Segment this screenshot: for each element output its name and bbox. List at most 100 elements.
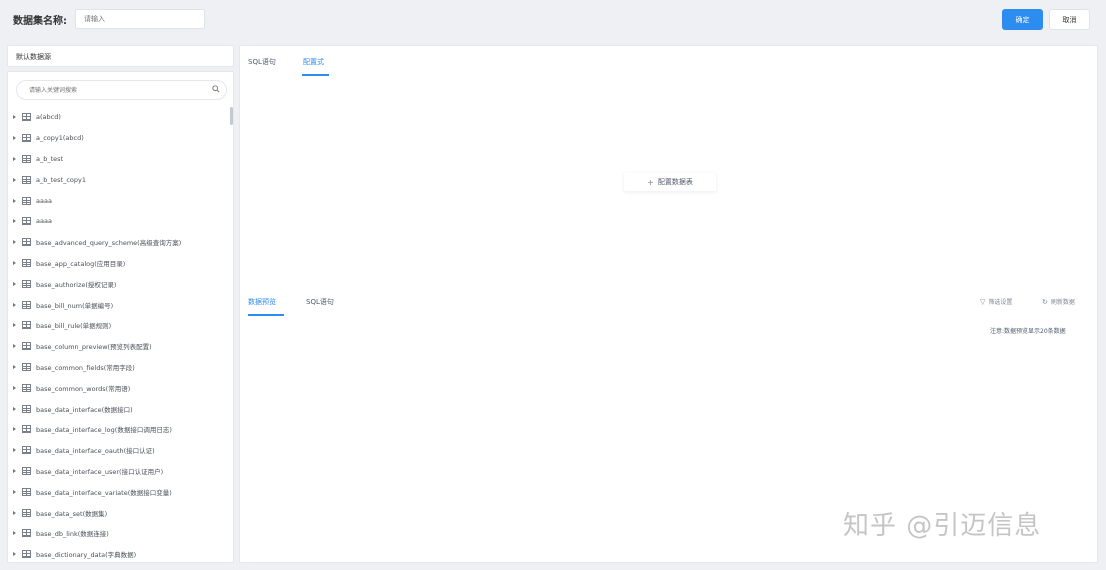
tree-scrollbar[interactable]: [230, 107, 233, 125]
table-icon: [22, 508, 31, 517]
tree-item[interactable]: a_copy1(abcd): [8, 128, 228, 149]
tree-item[interactable]: base_data_set(数据集): [8, 502, 228, 523]
table-icon: [22, 300, 31, 309]
confirm-button[interactable]: 确定: [1002, 9, 1043, 30]
caret-right-icon[interactable]: [13, 302, 16, 307]
tree-item[interactable]: base_bill_num(单据编号): [8, 294, 228, 315]
tree-item[interactable]: base_column_preview(预览列表配置): [8, 336, 228, 357]
tree-item-label: base_data_interface_log(数据接口调用日志): [36, 426, 172, 435]
tree-item-label: base_authorize(授权记录): [36, 280, 117, 289]
tree-item-label: base_app_catalog(应用目录): [36, 259, 126, 268]
dataset-name-input[interactable]: [75, 9, 205, 29]
table-icon: [22, 321, 31, 330]
table-icon: [22, 154, 31, 163]
tree-item[interactable]: base_advanced_query_scheme(高级查询方案): [8, 232, 228, 253]
tab-data-preview[interactable]: 数据预览: [248, 297, 276, 307]
table-icon: [22, 529, 31, 538]
tree-item-label: a_b_test_copy1: [36, 175, 87, 184]
tree-item[interactable]: a(abcd): [8, 107, 228, 128]
table-icon: [22, 425, 31, 434]
search-icon[interactable]: [212, 85, 220, 93]
tree-item[interactable]: base_authorize(授权记录): [8, 273, 228, 294]
table-search-input[interactable]: [16, 80, 227, 100]
tree-item-label: base_bill_rule(单据规则): [36, 322, 112, 331]
refresh-data-button[interactable]: ↻ 刷新数据: [1042, 297, 1075, 307]
main-panel: SQL语句 配置式 + 配置数据表 数据预览 SQL语句 ▽ 筛选设置 ↻ 刷新…: [239, 45, 1098, 563]
caret-right-icon[interactable]: [13, 552, 16, 557]
table-icon: [22, 113, 31, 122]
caret-right-icon[interactable]: [13, 281, 16, 286]
caret-right-icon[interactable]: [13, 136, 16, 141]
tree-item[interactable]: base_data_interface(数据接口): [8, 398, 228, 419]
table-icon: [22, 466, 31, 475]
tree-item[interactable]: base_dictionary_data(字典数据): [8, 544, 228, 562]
caret-right-icon[interactable]: [13, 115, 16, 120]
caret-right-icon[interactable]: [13, 406, 16, 411]
bottom-tab-active-indicator: [248, 314, 284, 316]
caret-right-icon[interactable]: [13, 468, 16, 473]
tree-item-label: base_data_interface_oauth(接口认证): [36, 447, 155, 456]
datasource-select[interactable]: 默认数据源: [7, 45, 234, 67]
caret-right-icon[interactable]: [13, 385, 16, 390]
table-tree: a(abcd) a_copy1(abcd) a_b_test a_b_test_cop…: [8, 107, 228, 562]
watermark: 知乎 @引迈信息: [843, 511, 1042, 541]
cancel-button[interactable]: 取消: [1049, 9, 1090, 30]
table-icon: [22, 362, 31, 371]
tree-item-label: a_copy1(abcd): [36, 134, 84, 143]
tree-item[interactable]: aaaa: [8, 211, 228, 232]
refresh-data-label: 刷新数据: [1050, 299, 1075, 306]
refresh-icon: ↻: [1042, 297, 1048, 306]
caret-right-icon[interactable]: [13, 427, 16, 432]
tree-item[interactable]: base_common_words(常用语): [8, 377, 228, 398]
tree-item-label: base_dictionary_data(字典数据): [36, 551, 137, 560]
dataset-name-label: 数据集名称:: [13, 16, 67, 27]
filter-settings-button[interactable]: ▽ 筛选设置: [980, 297, 1013, 307]
caret-right-icon[interactable]: [13, 531, 16, 536]
caret-right-icon[interactable]: [13, 219, 16, 224]
tree-item[interactable]: base_bill_rule(单据规则): [8, 315, 228, 336]
table-icon: [22, 258, 31, 267]
caret-right-icon[interactable]: [13, 489, 16, 494]
table-icon: [22, 446, 31, 455]
tree-item[interactable]: base_common_fields(常用字段): [8, 357, 228, 378]
caret-right-icon[interactable]: [13, 344, 16, 349]
caret-right-icon[interactable]: [13, 323, 16, 328]
table-icon: [22, 383, 31, 392]
tree-item-label: base_column_preview(预览列表配置): [36, 343, 152, 352]
caret-right-icon[interactable]: [13, 510, 16, 515]
caret-right-icon[interactable]: [13, 260, 16, 265]
caret-right-icon[interactable]: [13, 240, 16, 245]
table-icon: [22, 134, 31, 143]
datasource-select-label: 默认数据源: [16, 53, 51, 61]
plus-icon: +: [647, 177, 654, 187]
caret-right-icon[interactable]: [13, 177, 16, 182]
table-icon: [22, 238, 31, 247]
tab-config[interactable]: 配置式: [303, 57, 324, 67]
tree-item[interactable]: base_db_link(数据连接): [8, 523, 228, 544]
add-table-button[interactable]: + 配置数据表: [624, 173, 716, 191]
tree-item[interactable]: aaaa: [8, 190, 228, 211]
tree-item[interactable]: base_data_interface_variate(数据接口变量): [8, 481, 228, 502]
table-icon: [22, 279, 31, 288]
tree-item-label: base_data_interface_variate(数据接口变量): [36, 488, 172, 497]
tree-item[interactable]: base_data_interface_user(接口认证用户): [8, 461, 228, 482]
table-icon: [22, 550, 31, 559]
tab-sql-statement[interactable]: SQL语句: [306, 297, 334, 307]
tree-item[interactable]: base_data_interface_log(数据接口调用日志): [8, 419, 228, 440]
tree-item[interactable]: base_data_interface_oauth(接口认证): [8, 440, 228, 461]
caret-right-icon[interactable]: [13, 364, 16, 369]
caret-right-icon[interactable]: [13, 156, 16, 161]
tree-item[interactable]: a_b_test_copy1: [8, 169, 228, 190]
tree-item-label: a(abcd): [36, 113, 61, 122]
tree-item-label: a_b_test: [36, 154, 64, 163]
caret-right-icon[interactable]: [13, 448, 16, 453]
caret-right-icon[interactable]: [13, 198, 16, 203]
tree-item-label: base_advanced_query_scheme(高级查询方案): [36, 239, 182, 248]
filter-settings-label: 筛选设置: [988, 299, 1013, 306]
tree-item[interactable]: base_app_catalog(应用目录): [8, 253, 228, 274]
tree-item[interactable]: a_b_test: [8, 149, 228, 170]
tree-item-label: base_common_fields(常用字段): [36, 363, 135, 372]
tab-active-indicator: [302, 74, 329, 76]
tree-item-label: base_data_interface(数据接口): [36, 405, 133, 414]
tab-sql[interactable]: SQL语句: [248, 57, 276, 67]
